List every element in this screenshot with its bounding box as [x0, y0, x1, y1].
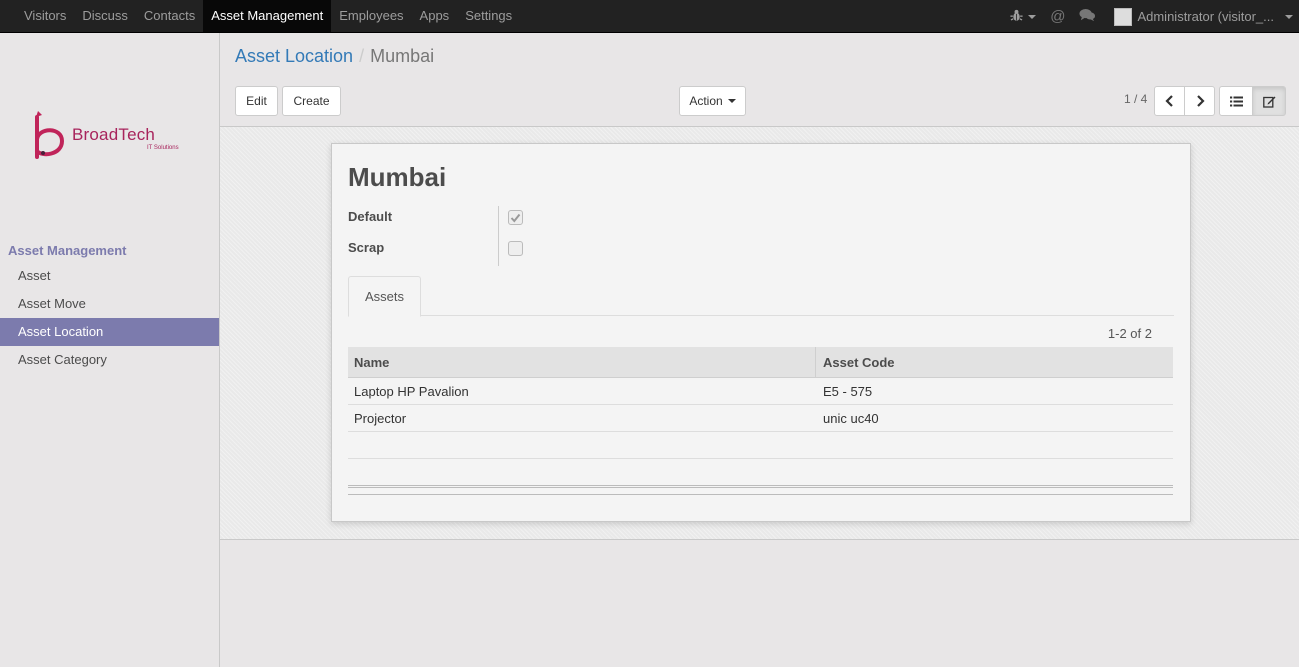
chevron-left-icon [1164, 95, 1173, 107]
pager-next-button[interactable] [1184, 86, 1215, 116]
menu-visitors[interactable]: Visitors [16, 0, 74, 32]
sidebar-item-asset-category[interactable]: Asset Category [0, 346, 219, 374]
table-row[interactable]: Projector unic uc40 [348, 405, 1173, 432]
at-sign-icon: @ [1050, 8, 1066, 25]
field-divider [498, 206, 499, 266]
table-row-empty [348, 432, 1173, 459]
form-view-area: Mumbai Default Scrap Assets 1-2 of 2 Nam… [220, 127, 1299, 540]
default-checkbox[interactable] [508, 210, 523, 225]
bug-icon [1010, 9, 1023, 25]
cell-name: Projector [354, 410, 407, 426]
company-logo: BroadTech IT Solutions [30, 109, 200, 165]
cell-asset-code: unic uc40 [823, 410, 879, 426]
chevron-right-icon [1196, 95, 1205, 107]
list-icon [1229, 96, 1243, 106]
table-row[interactable]: Laptop HP Pavalion E5 - 575 [348, 378, 1173, 405]
cell-name: Laptop HP Pavalion [354, 383, 469, 399]
comments-icon [1079, 8, 1096, 25]
field-label-scrap: Scrap [348, 240, 385, 255]
menu-apps[interactable]: Apps [412, 0, 458, 32]
sidebar-heading: Asset Management [8, 243, 127, 258]
form-sheet: Mumbai Default Scrap Assets 1-2 of 2 Nam… [331, 143, 1191, 522]
menu-asset-management[interactable]: Asset Management [203, 0, 332, 32]
user-name: Administrator (visitor_... [1137, 9, 1274, 24]
notebook-tabs: Assets [348, 276, 1174, 317]
sidebar: BroadTech IT Solutions Asset Management … [0, 33, 220, 667]
table-footer [348, 485, 1173, 495]
menu-employees[interactable]: Employees [331, 0, 411, 32]
sidebar-menu: Asset Asset Move Asset Location Asset Ca… [0, 262, 219, 374]
cell-asset-code: E5 - 575 [823, 383, 873, 399]
control-panel: Asset Location / Mumbai Edit Create Action… [220, 33, 1299, 127]
edit-icon [1262, 96, 1275, 108]
record-pager: 1 / 4 [1124, 92, 1148, 106]
sidebar-item-asset-location[interactable]: Asset Location [0, 318, 219, 346]
menu-settings[interactable]: Settings [457, 0, 520, 32]
form-view-button[interactable] [1252, 86, 1286, 116]
breadcrumb-parent[interactable]: Asset Location [235, 46, 353, 66]
tab-assets[interactable]: Assets [348, 276, 421, 317]
chevron-down-icon [1028, 14, 1037, 19]
field-label-default: Default [348, 209, 393, 224]
menu-discuss[interactable]: Discuss [74, 0, 136, 32]
list-pager: 1-2 of 2 [1107, 326, 1152, 341]
activity-menu[interactable]: @ [1043, 1, 1072, 33]
checkmark-icon [510, 213, 521, 223]
breadcrumb-separator: / [359, 46, 365, 66]
avatar [1114, 7, 1133, 26]
app-menu: Visitors Discuss Contacts Asset Manageme… [16, 0, 520, 33]
systray: @ Administrator (visitor_... [1003, 0, 1299, 33]
pager-previous-button[interactable] [1154, 86, 1185, 116]
table-header: Name Asset Code [348, 347, 1173, 378]
logo-mark-icon [35, 111, 65, 159]
column-header-name[interactable]: Name [348, 347, 816, 377]
sidebar-item-asset-move[interactable]: Asset Move [0, 290, 219, 318]
sidebar-item-asset[interactable]: Asset [0, 262, 219, 290]
top-navbar: Visitors Discuss Contacts Asset Manageme… [0, 0, 1299, 33]
chevron-down-icon [727, 99, 736, 103]
action-label: Action [689, 94, 723, 108]
list-view-button[interactable] [1219, 86, 1253, 116]
logo-brand-text: BroadTech [72, 125, 156, 144]
column-header-asset-code[interactable]: Asset Code [816, 347, 1173, 377]
chevron-down-icon [1285, 14, 1293, 19]
action-dropdown[interactable]: Action [679, 86, 746, 116]
record-title: Mumbai [348, 162, 447, 192]
assets-table: Name Asset Code Laptop HP Pavalion E5 - … [348, 347, 1173, 495]
scrap-checkbox[interactable] [508, 241, 523, 256]
breadcrumb: Asset Location / Mumbai [235, 46, 434, 67]
user-menu[interactable]: Administrator (visitor_... [1103, 1, 1299, 33]
edit-button[interactable]: Edit [235, 86, 278, 116]
messaging-menu[interactable] [1072, 1, 1103, 33]
menu-contacts[interactable]: Contacts [136, 0, 203, 32]
debug-menu[interactable] [1003, 1, 1043, 33]
create-button[interactable]: Create [282, 86, 341, 116]
breadcrumb-current: Mumbai [370, 46, 435, 66]
logo-tagline: IT Solutions [147, 145, 179, 151]
